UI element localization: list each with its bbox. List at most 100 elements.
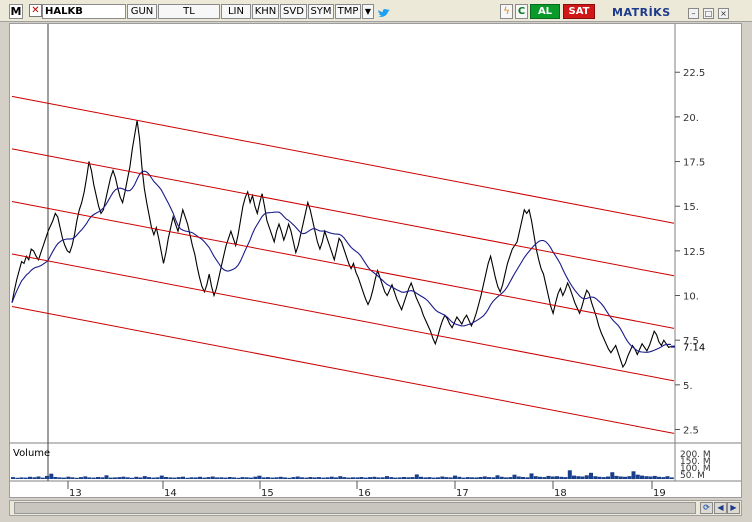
volume-bar [542, 477, 547, 479]
volume-bar [457, 476, 462, 479]
volume-bar [499, 476, 504, 479]
volume-bar [40, 477, 45, 479]
volume-bar [62, 477, 66, 479]
c-button[interactable]: C [515, 4, 528, 19]
volume-bar [181, 476, 185, 479]
volume-bar [304, 477, 309, 479]
volume-bar [83, 476, 88, 479]
arrow-right-icon[interactable]: ▶ [727, 502, 740, 514]
volume-bar [414, 474, 419, 479]
volume-bar [355, 477, 360, 479]
volume-bar [487, 477, 491, 479]
volume-bar [185, 477, 190, 479]
sym-button[interactable]: SYM [308, 4, 334, 19]
volume-bar [104, 475, 109, 479]
volume-bar [465, 477, 470, 479]
line-type-button[interactable]: KHN [252, 4, 279, 19]
volume-bar [15, 477, 20, 479]
sync-icon[interactable]: ⟳ [700, 502, 713, 514]
volume-bar [329, 476, 334, 479]
volume-bar [32, 477, 37, 479]
buy-button[interactable]: AL [530, 4, 560, 19]
y-tick-label: 20. [683, 113, 699, 124]
volume-bar [419, 476, 423, 479]
template-button[interactable]: TMP [335, 4, 361, 19]
save-button[interactable]: SVD [280, 4, 307, 19]
volume-bar [125, 477, 130, 479]
currency-button[interactable]: TL [158, 4, 220, 19]
arrow-left-icon[interactable]: ◀ [714, 502, 727, 514]
volume-bar [113, 477, 117, 479]
volume-bar [138, 477, 143, 479]
x-tick-label: 17 [456, 488, 469, 497]
maximize-icon[interactable]: □ [703, 8, 714, 19]
bird-icon[interactable] [377, 5, 391, 18]
volume-bar [410, 477, 415, 479]
volume-bar [244, 477, 249, 479]
triangle-down-icon[interactable]: ▼ [362, 4, 374, 19]
y-tick-label: 22.5 [683, 68, 705, 79]
volume-bar [393, 477, 398, 479]
price-chart[interactable]: 22.520.17.515.12.510.7.55.2.513 14 15 16 17 1… [10, 24, 741, 499]
volume-bar [627, 476, 632, 479]
volume-bar [372, 476, 377, 479]
volume-bar [168, 477, 173, 479]
volume-bar [53, 477, 58, 479]
last-value-label: 7.14 [683, 343, 705, 354]
volume-bar [266, 477, 270, 479]
volume-bar [436, 477, 440, 479]
volume-bar [236, 477, 241, 479]
volume-bar [440, 476, 445, 479]
y-tick-label: 17.5 [683, 158, 705, 169]
chart-scrollbar[interactable]: ⟳ ◀ ▶ [9, 500, 742, 516]
volume-bar [665, 476, 670, 479]
scroll-thumb[interactable] [14, 502, 696, 514]
channel-line [11, 200, 675, 329]
volume-bar [274, 477, 279, 479]
volume-bar [359, 477, 364, 479]
volume-bar [661, 477, 666, 479]
y-tick-label: 12.5 [683, 247, 705, 258]
volume-bar [606, 476, 610, 479]
x-tick-label: 16 [358, 488, 371, 497]
volume-bar [346, 477, 351, 479]
volume-bar [66, 476, 71, 479]
volume-bar [159, 475, 164, 479]
volume-bar [287, 477, 292, 479]
scale-button[interactable]: LIN [221, 4, 251, 19]
volume-bar [91, 477, 96, 479]
volume-bar [640, 475, 644, 479]
volume-bar [278, 476, 283, 479]
volume-bar [164, 477, 168, 479]
period-button[interactable]: GUN [127, 4, 157, 19]
volume-bar [210, 476, 215, 479]
volume-bar [257, 475, 262, 479]
volume-bar [151, 477, 156, 479]
y-tick-label: 15. [683, 202, 699, 213]
lightning-icon[interactable]: ϟ [500, 4, 513, 19]
volume-bar [11, 477, 15, 479]
chart-area[interactable]: 22.5 20. 17.5 15. 12.5 10. 7.5 5. 2.5 13 14 15 16 17 1… [9, 23, 742, 499]
channel-line [11, 95, 675, 224]
volume-bar [70, 477, 75, 479]
volume-bar [100, 477, 105, 479]
close-icon[interactable]: × [718, 8, 729, 19]
volume-bar [176, 477, 181, 479]
x-tick-label: 14 [164, 488, 177, 497]
volume-bar [618, 476, 623, 479]
volume-bar [363, 477, 368, 479]
y-tick-label: 5. [683, 381, 693, 392]
volume-bar [474, 477, 479, 479]
minimize-icon[interactable]: – [688, 8, 699, 19]
volume-bar [19, 477, 24, 479]
app-logo[interactable]: M [9, 4, 23, 19]
volume-bar [270, 477, 275, 479]
symbol-input[interactable]: HALKB [42, 4, 126, 19]
volume-bar [317, 477, 321, 479]
x-mark-icon[interactable]: ✕ [29, 4, 42, 17]
volume-bar [623, 476, 627, 479]
sell-button[interactable]: SAT [563, 4, 595, 19]
volume-bar [45, 475, 49, 479]
volume-bar [215, 477, 219, 479]
volume-bar [308, 477, 313, 479]
